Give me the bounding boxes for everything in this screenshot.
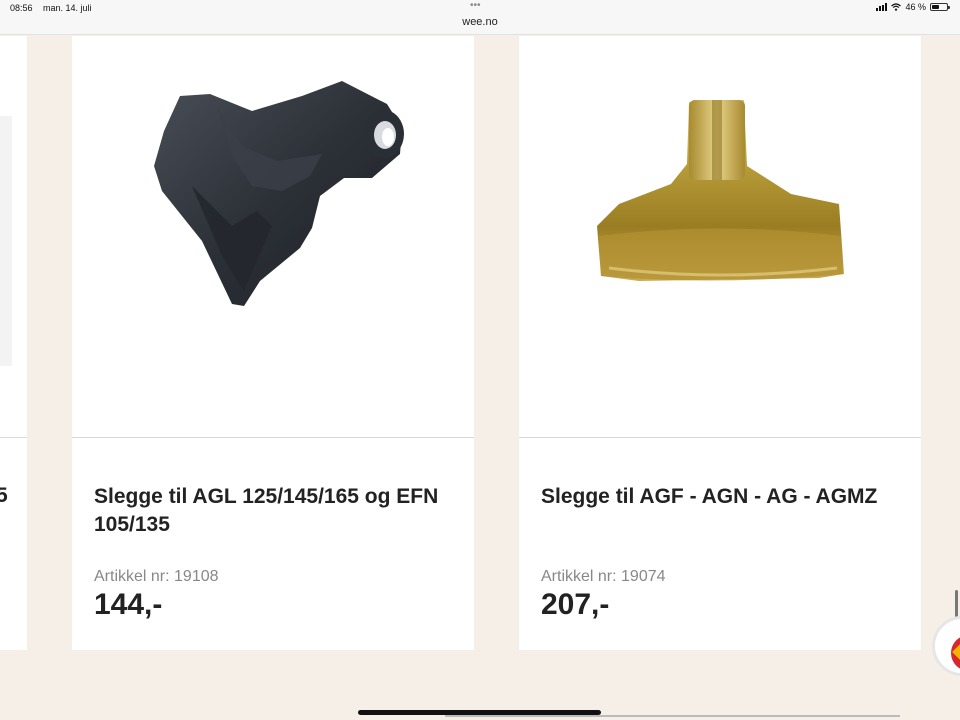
product-price: 207,- bbox=[541, 588, 610, 621]
product-image-fragment bbox=[0, 116, 12, 366]
product-card[interactable]: Slegge til AGF - AGN - AG - AGMZ Artikke… bbox=[519, 36, 921, 650]
hammer-flail-dark-image bbox=[154, 81, 404, 306]
status-date: man. 14. juli bbox=[43, 3, 92, 13]
product-title-partial[interactable]: 5 bbox=[0, 484, 8, 508]
horizontal-scrollbar[interactable] bbox=[445, 715, 900, 717]
browser-menu-dots-icon[interactable]: ••• bbox=[470, 0, 481, 11]
status-indicators: 46 % bbox=[876, 2, 950, 12]
chat-logo-icon bbox=[951, 635, 960, 671]
article-number: Artikkel nr: 19108 bbox=[94, 568, 219, 585]
product-card-partial[interactable]: 5 bbox=[0, 36, 27, 650]
product-title[interactable]: Slegge til AGF - AGN - AG - AGMZ bbox=[541, 483, 901, 511]
cellular-signal-icon bbox=[876, 3, 888, 11]
chat-widget-button[interactable] bbox=[932, 616, 960, 676]
product-card[interactable]: Slegge til AGL 125/145/165 og EFN 105/13… bbox=[72, 36, 474, 650]
status-time: 08:56 bbox=[10, 3, 33, 13]
product-price: 144,- bbox=[94, 588, 163, 621]
home-indicator[interactable] bbox=[358, 710, 601, 715]
battery-icon bbox=[930, 3, 950, 11]
product-image-partial[interactable] bbox=[0, 36, 27, 438]
status-bar: 08:56 man. 14. juli ••• wee.no 46 % bbox=[0, 0, 960, 35]
address-bar-url[interactable]: wee.no bbox=[0, 16, 960, 28]
wifi-icon bbox=[891, 3, 902, 11]
product-title[interactable]: Slegge til AGL 125/145/165 og EFN 105/13… bbox=[94, 483, 454, 539]
article-number: Artikkel nr: 19074 bbox=[541, 568, 666, 585]
product-image[interactable] bbox=[519, 36, 921, 438]
product-image[interactable] bbox=[72, 36, 474, 438]
battery-percent: 46 % bbox=[905, 2, 926, 12]
flail-blade-gold-image bbox=[597, 100, 844, 281]
